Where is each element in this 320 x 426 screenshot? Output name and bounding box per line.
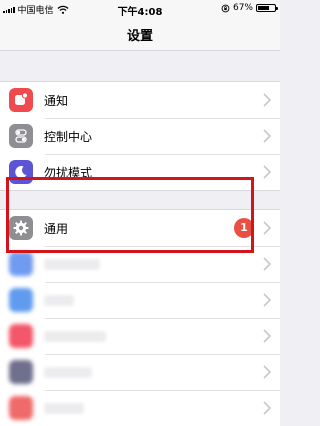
settings-row-label: 勿扰模式 bbox=[44, 166, 93, 180]
chevron-right-icon bbox=[263, 365, 271, 379]
settings-row-blurred[interactable] bbox=[0, 354, 280, 390]
battery-percent: 67% bbox=[232, 3, 253, 13]
settings-row-label: 通用 bbox=[44, 222, 69, 236]
blurred-label bbox=[44, 331, 106, 342]
moon-icon bbox=[9, 160, 33, 184]
blurred-app-icon bbox=[9, 360, 33, 384]
chevron-right-icon bbox=[263, 93, 271, 107]
chevron-right-icon bbox=[263, 165, 271, 179]
gear-icon bbox=[9, 216, 33, 240]
blurred-app-icon bbox=[9, 324, 33, 348]
blurred-label bbox=[44, 367, 92, 378]
settings-row-notifications[interactable]: 通知 bbox=[0, 82, 280, 118]
settings-row-blurred[interactable] bbox=[0, 318, 280, 354]
settings-row-label: 通知 bbox=[44, 94, 69, 108]
battery-level bbox=[258, 6, 269, 10]
settings-row-blurred[interactable] bbox=[0, 390, 280, 426]
battery-icon bbox=[256, 4, 278, 12]
chevron-right-icon bbox=[263, 329, 271, 343]
chevron-right-icon bbox=[263, 221, 271, 235]
chevron-right-icon bbox=[263, 129, 271, 143]
settings-row-control-center[interactable]: 控制中心 bbox=[0, 118, 280, 154]
settings-group-system: 通知 控制中心 勿扰模式 bbox=[0, 81, 280, 191]
chevron-right-icon bbox=[263, 257, 271, 271]
status-bar: 中国电信 下午4:08 67% bbox=[0, 0, 280, 18]
settings-row-general[interactable]: 通用 1 bbox=[0, 210, 280, 246]
settings-row-blurred[interactable] bbox=[0, 246, 280, 282]
rotation-lock-icon bbox=[221, 4, 230, 12]
settings-row-label: 控制中心 bbox=[44, 130, 93, 144]
chevron-right-icon bbox=[263, 401, 271, 415]
settings-group-general: 通用 1 bbox=[0, 209, 280, 426]
chevron-right-icon bbox=[263, 293, 271, 307]
navigation-bar: 设置 bbox=[0, 18, 280, 51]
blurred-app-icon bbox=[9, 252, 33, 276]
notifications-icon bbox=[9, 88, 33, 112]
blurred-label bbox=[44, 403, 84, 414]
blurred-app-icon bbox=[9, 288, 33, 312]
control-center-icon bbox=[9, 124, 33, 148]
status-right: 67% bbox=[221, 3, 278, 13]
settings-row-do-not-disturb[interactable]: 勿扰模式 bbox=[0, 154, 280, 190]
page-title: 设置 bbox=[126, 29, 153, 44]
blurred-label bbox=[44, 259, 100, 270]
blurred-label bbox=[44, 295, 74, 306]
notification-badge: 1 bbox=[234, 218, 254, 238]
settings-row-blurred[interactable] bbox=[0, 282, 280, 318]
